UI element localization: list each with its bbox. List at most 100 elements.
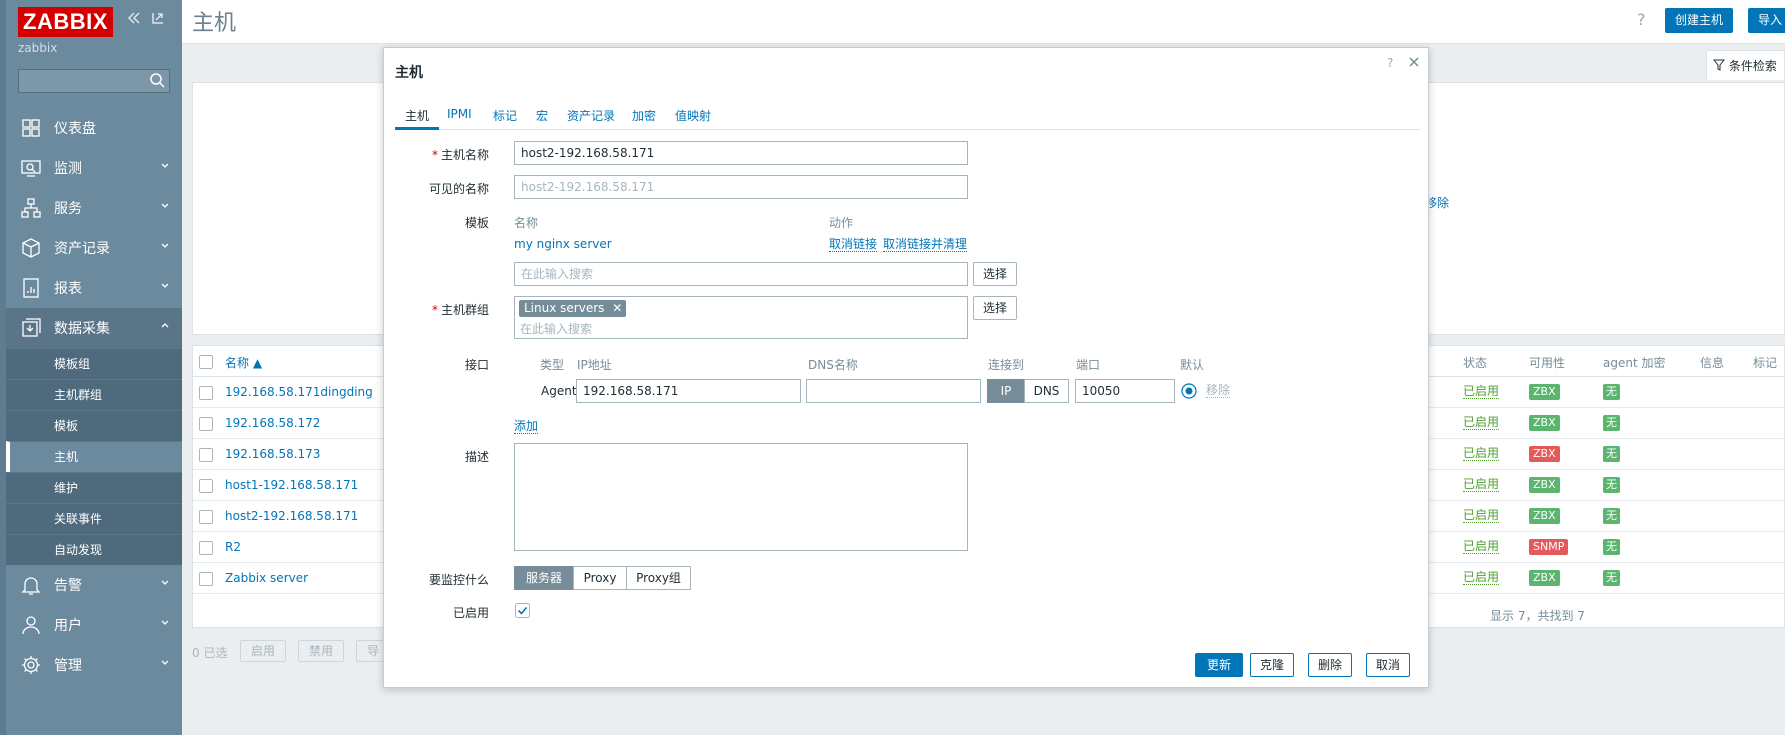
chevron-down-icon [161,620,169,625]
collapse-sidebar-icon[interactable] [126,10,142,31]
nav-users[interactable]: 用户 [6,605,182,645]
tab-value-mapping[interactable]: 值映射 [675,107,711,129]
close-icon[interactable] [1407,55,1421,69]
nav-alerts[interactable]: 告警 [6,565,182,605]
tab-inventory[interactable]: 资产记录 [567,107,615,129]
nav-monitoring-label: 监测 [54,161,82,177]
monitored-by-proxy-group[interactable]: Proxy组 [626,566,691,590]
tab-tags[interactable]: 标记 [493,107,517,129]
encryption-badge: 无 [1603,539,1620,555]
nav-dashboard-label: 仪表盘 [54,121,96,137]
subnav-templates[interactable]: 模板 [6,410,182,441]
nav-monitoring[interactable]: 监测 [6,148,182,188]
bulk-enable-button[interactable]: 启用 [240,640,287,662]
bulk-export-button[interactable]: 导 [356,640,384,662]
cancel-button[interactable]: 取消 [1366,653,1411,677]
row-checkbox[interactable] [199,417,213,431]
row-checkbox[interactable] [199,541,213,555]
bulk-disable-button[interactable]: 禁用 [298,640,345,662]
host-name-link[interactable]: 192.168.58.173 [225,447,320,461]
template-search-input[interactable]: 在此输入搜索 [514,262,968,286]
subnav-host-groups[interactable]: 主机群组 [6,379,182,410]
remove-tag-icon[interactable]: ✕ [612,301,622,315]
select-group-button[interactable]: 选择 [973,296,1018,320]
subnav-maintenance[interactable]: 维护 [6,472,182,503]
nav-inventory[interactable]: 资产记录 [6,228,182,268]
sidebar-search-input[interactable] [18,69,170,93]
kiosk-mode-icon[interactable] [150,10,166,31]
column-name-header[interactable]: 名称 ▲ [225,354,262,371]
host-name-link[interactable]: R2 [225,540,241,554]
host-name-link[interactable]: host2-192.168.58.171 [225,509,358,523]
nav-administration[interactable]: 管理 [6,645,182,685]
clone-button[interactable]: 克隆 [1250,653,1295,677]
host-status-link[interactable]: 已启用 [1463,540,1500,554]
nav-data-collection[interactable]: 数据采集 [6,308,182,348]
host-status-link[interactable]: 已启用 [1463,447,1500,461]
update-button[interactable]: 更新 [1195,653,1244,677]
nav-reports-label: 报表 [54,281,82,297]
enabled-checkbox[interactable] [515,603,530,618]
tab-host[interactable]: 主机 [395,107,440,130]
enabled-label: 已启用 [452,606,489,620]
tab-macros[interactable]: 宏 [536,107,548,129]
select-template-button[interactable]: 选择 [973,262,1018,286]
group-search-input[interactable]: 在此输入搜索 [520,320,592,337]
zabbix-logo[interactable]: ZABBIX [18,7,113,37]
row-checkbox[interactable] [199,386,213,400]
import-button[interactable]: 导入 [1748,8,1785,33]
host-status-link[interactable]: 已启用 [1463,509,1500,523]
required-mark: * [431,148,438,162]
help-icon[interactable]: ? [1637,10,1646,29]
create-host-button[interactable]: 创建主机 [1665,8,1734,33]
iface-ip-input[interactable]: 192.168.58.171 [576,379,801,403]
host-status-link[interactable]: 已启用 [1463,478,1500,492]
chevron-up-icon [161,323,169,328]
row-checkbox[interactable] [199,510,213,524]
host-name-link[interactable]: host1-192.168.58.171 [225,478,358,492]
tab-encryption[interactable]: 加密 [632,107,656,129]
host-status-link[interactable]: 已启用 [1463,571,1500,585]
row-checkbox[interactable] [199,448,213,462]
nav-reports[interactable]: 报表 [6,268,182,308]
host-name-link[interactable]: Zabbix server [225,571,308,585]
subnav-event-correlation[interactable]: 关联事件 [6,503,182,534]
default-interface-radio[interactable] [1181,383,1197,399]
unlink-and-clear-link[interactable]: 取消链接并清理 [883,238,968,252]
monitored-by-proxy[interactable]: Proxy [573,566,627,590]
dialog-help-icon[interactable]: ? [1387,56,1393,70]
remove-interface-link[interactable]: 移除 [1206,384,1231,398]
description-textarea[interactable] [514,443,968,551]
select-all-checkbox[interactable] [199,355,213,369]
filter-tab[interactable]: 条件检索 [1706,50,1785,80]
connect-dns-toggle[interactable]: DNS [1024,379,1069,403]
connect-ip-toggle[interactable]: IP [987,379,1025,403]
host-name-link[interactable]: 192.168.58.172 [225,416,320,430]
iface-connect-header: 连接到 [988,358,1025,372]
template-link[interactable]: my nginx server [514,237,612,251]
subnav-discovery[interactable]: 自动发现 [6,534,182,565]
host-name-link[interactable]: 192.168.58.171dingding [225,385,373,399]
tab-ipmi[interactable]: IPMI [447,107,472,129]
nav-dashboard[interactable]: 仪表盘 [6,108,182,148]
delete-button[interactable]: 删除 [1308,653,1353,677]
iface-port-input[interactable]: 10050 [1075,379,1175,403]
row-checkbox[interactable] [199,572,213,586]
host-status-link[interactable]: 已启用 [1463,385,1500,399]
iface-type-agent: Agent [541,384,577,398]
host-groups-multiselect[interactable]: Linux servers ✕ 在此输入搜索 [514,296,968,339]
subnav-template-groups[interactable]: 模板组 [6,348,182,379]
visible-name-input[interactable]: host2-192.168.58.171 [514,175,968,199]
iface-dns-input[interactable] [806,379,981,403]
nav-services[interactable]: 服务 [6,188,182,228]
availability-badge: ZBX [1529,477,1560,493]
row-checkbox[interactable] [199,479,213,493]
unlink-template-link[interactable]: 取消链接 [829,238,878,252]
host-name-input[interactable]: host2-192.168.58.171 [514,141,968,165]
host-status-link[interactable]: 已启用 [1463,416,1500,430]
nav-data-collection-label: 数据采集 [54,321,110,337]
subnav-hosts[interactable]: 主机 [6,441,182,472]
monitored-by-server[interactable]: 服务器 [514,566,574,590]
add-interface-link[interactable]: 添加 [514,420,539,434]
search-icon[interactable] [149,72,166,89]
